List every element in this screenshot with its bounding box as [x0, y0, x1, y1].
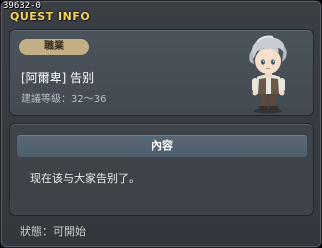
- quest-status: 狀態：可開始: [20, 225, 86, 238]
- level-requirement: 建議等級：32～36: [21, 94, 107, 105]
- job-badge: 職業: [19, 39, 89, 55]
- npc-portrait: [249, 35, 287, 114]
- quest-name: [阿爾卑] 告别: [21, 71, 95, 85]
- quest-content-panel: 內容 现在该与大家告别了。: [9, 123, 314, 216]
- quest-summary-panel: 職業 [阿爾卑] 告别 建議等級：32～36: [9, 29, 314, 116]
- window-title: QUEST INFO: [10, 10, 91, 23]
- quest-info-window: 39632-0 QUEST INFO 職業 [阿爾卑] 告别 建議等級：32～3…: [0, 0, 322, 248]
- content-header: 內容: [17, 135, 307, 157]
- content-text: 现在该与大家告别了。: [30, 172, 140, 185]
